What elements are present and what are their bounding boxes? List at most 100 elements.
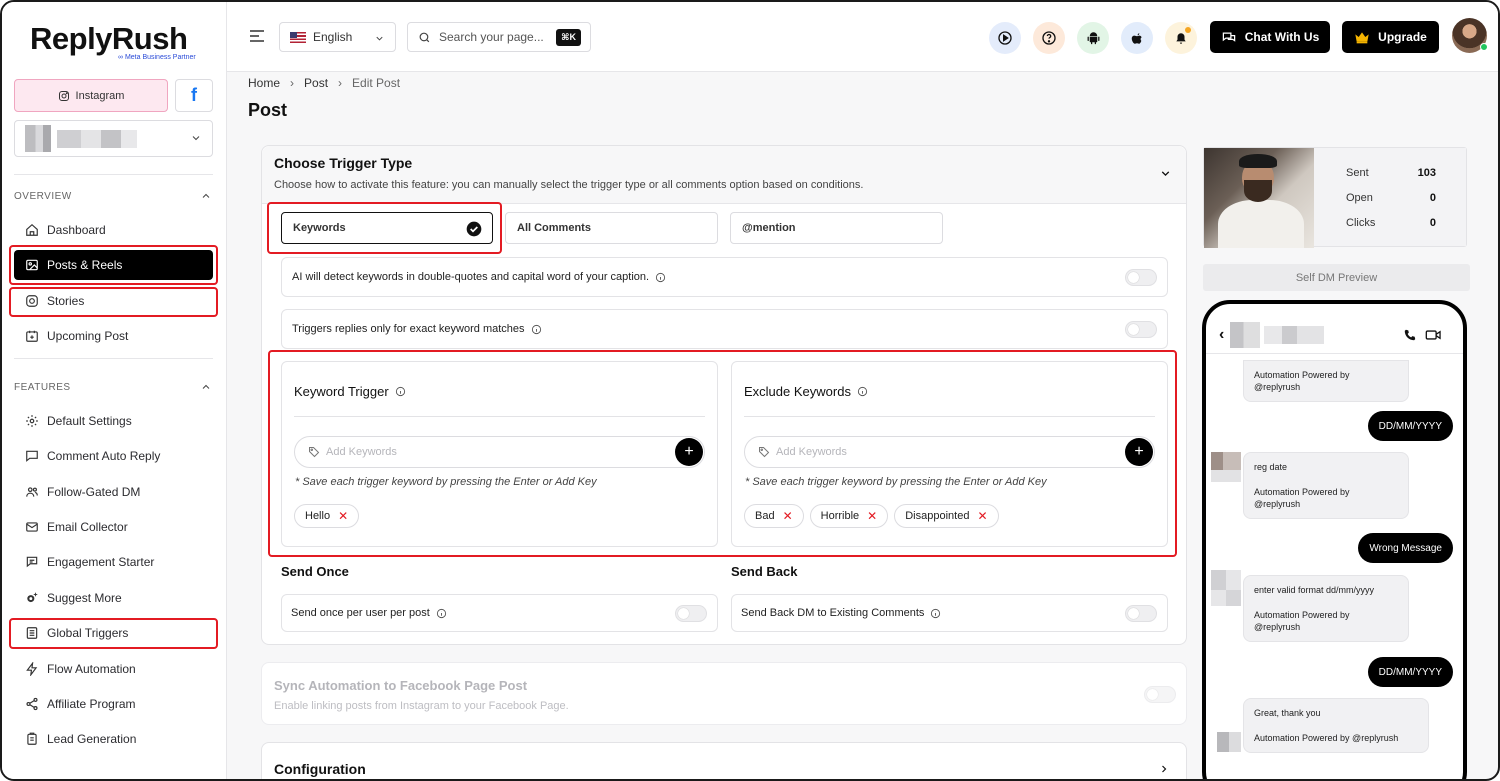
send-once-title: Send Once	[281, 564, 349, 579]
sidebar-item-upcoming-post[interactable]: Upcoming Post	[14, 321, 213, 351]
video-icon[interactable]	[1425, 328, 1442, 342]
upgrade-button[interactable]: Upgrade	[1342, 21, 1439, 53]
breadcrumb-post[interactable]: Post	[304, 76, 328, 90]
info-icon[interactable]	[857, 386, 868, 397]
back-icon[interactable]: ‹	[1219, 326, 1224, 344]
android-app-button[interactable]	[1077, 22, 1109, 54]
phone-icon[interactable]	[1403, 328, 1417, 342]
chat-message-incoming: Automation Powered by @replyrush	[1243, 360, 1409, 402]
facebook-button[interactable]: f	[175, 79, 213, 112]
tag-icon	[309, 447, 320, 458]
trigger-type-card: Choose Trigger Type Choose how to activa…	[261, 145, 1187, 645]
keyword-trigger-title: Keyword Trigger	[294, 384, 406, 399]
exact-match-toggle[interactable]	[1125, 321, 1157, 338]
info-icon[interactable]	[930, 608, 941, 619]
chat-with-us-button[interactable]: Chat With Us	[1210, 21, 1330, 53]
add-exclude-keyword-button[interactable]: +	[1125, 438, 1153, 466]
chevron-right-icon	[1162, 765, 1167, 773]
clipboard-icon	[27, 732, 37, 745]
facebook-icon: f	[191, 85, 197, 105]
sidebar-item-global-triggers[interactable]: Global Triggers	[14, 618, 213, 648]
send-once-row: Send once per user per post	[281, 594, 718, 632]
info-icon[interactable]	[655, 272, 666, 283]
remove-icon[interactable]: ✕	[977, 509, 987, 523]
remove-icon[interactable]: ✕	[783, 509, 793, 523]
search-input[interactable]: Search your page... ⌘K	[407, 22, 591, 52]
account-avatar-blurred	[25, 125, 51, 152]
add-keyword-button[interactable]: +	[675, 438, 703, 466]
list-icon	[26, 627, 38, 639]
sidebar-item-follow-gated-dm[interactable]: Follow-Gated DM	[14, 477, 213, 507]
sidebar-item-default-settings[interactable]: Default Settings	[14, 406, 213, 436]
send-back-row: Send Back DM to Existing Comments	[731, 594, 1168, 632]
features-section-title: FEATURES	[14, 382, 71, 393]
trigger-option-all-comments[interactable]: All Comments	[505, 212, 718, 244]
chevron-up-icon[interactable]	[200, 190, 212, 202]
tutorial-button[interactable]	[989, 22, 1021, 54]
chat-name-blurred	[1264, 326, 1324, 344]
divider	[294, 416, 705, 417]
chat-icon	[26, 556, 38, 568]
ai-detect-toggle[interactable]	[1125, 269, 1157, 286]
user-avatar[interactable]	[1452, 18, 1488, 53]
self-dm-preview-button[interactable]: Self DM Preview	[1203, 264, 1470, 291]
sidebar-item-flow-automation[interactable]: Flow Automation	[14, 654, 213, 684]
sidebar: ReplyRush ∞ Meta Business Partner Instag…	[2, 2, 227, 779]
notifications-button[interactable]	[1165, 22, 1197, 54]
sync-toggle[interactable]	[1144, 686, 1176, 703]
info-icon[interactable]	[436, 608, 447, 619]
instagram-icon	[26, 295, 38, 307]
info-icon[interactable]	[395, 386, 406, 397]
question-icon	[1042, 31, 1056, 45]
breadcrumb: Home › Post › Edit Post	[248, 76, 400, 90]
send-once-toggle[interactable]	[675, 605, 707, 622]
meta-partner-badge: ∞ Meta Business Partner	[118, 54, 196, 61]
mail-icon	[26, 522, 38, 532]
send-back-toggle[interactable]	[1125, 605, 1157, 622]
sidebar-item-suggest-more[interactable]: Suggest More	[14, 583, 213, 613]
instagram-label: Instagram	[75, 89, 125, 102]
brand-logo[interactable]: ReplyRush ∞ Meta Business Partner	[30, 22, 196, 62]
menu-icon[interactable]	[249, 29, 265, 43]
sidebar-item-stories[interactable]: Stories	[14, 286, 213, 316]
sidebar-item-comment-auto-reply[interactable]: Comment Auto Reply	[14, 441, 213, 471]
help-button[interactable]	[1033, 22, 1065, 54]
spark-gear-icon	[27, 592, 38, 603]
trigger-option-mention[interactable]: @mention	[730, 212, 943, 244]
apple-app-button[interactable]	[1121, 22, 1153, 54]
divider	[14, 174, 213, 175]
breadcrumb-home[interactable]: Home	[248, 76, 280, 90]
sidebar-item-posts-reels[interactable]: Posts & Reels	[14, 250, 213, 280]
thumb-hat	[1239, 154, 1277, 168]
sidebar-item-lead-generation[interactable]: Lead Generation	[14, 724, 213, 754]
apple-icon	[1131, 32, 1142, 44]
instagram-button[interactable]: Instagram	[14, 79, 168, 112]
remove-icon[interactable]: ✕	[867, 509, 877, 523]
trigger-card-description: Choose how to activate this feature: you…	[274, 179, 864, 191]
sidebar-item-affiliate-program[interactable]: Affiliate Program	[14, 689, 213, 719]
exclude-keywords-title: Exclude Keywords	[744, 384, 868, 399]
keyword-trigger-input[interactable]: Add Keywords +	[294, 436, 705, 468]
chat-message-outgoing: DD/MM/YYYY	[1367, 411, 1453, 441]
exclude-keywords-hint: * Save each trigger keyword by pressing …	[745, 476, 1047, 488]
info-icon[interactable]	[531, 324, 542, 335]
chat-avatar-blurred	[1211, 570, 1241, 606]
sidebar-item-engagement-starter[interactable]: Engagement Starter	[14, 547, 213, 577]
chat-message-outgoing: Wrong Message	[1358, 533, 1453, 563]
account-selector[interactable]	[14, 120, 213, 157]
chevron-up-icon[interactable]	[200, 381, 212, 393]
instagram-icon	[58, 90, 69, 101]
exact-match-row: Triggers replies only for exact keyword …	[281, 309, 1168, 349]
post-thumbnail[interactable]	[1204, 148, 1314, 248]
sidebar-item-dashboard[interactable]: Dashboard	[14, 215, 213, 245]
exclude-keywords-input[interactable]: Add Keywords +	[744, 436, 1155, 468]
language-select[interactable]: English	[279, 22, 396, 52]
configuration-card[interactable]: Configuration	[261, 742, 1187, 779]
trigger-option-keywords[interactable]: Keywords	[281, 212, 493, 244]
sidebar-item-email-collector[interactable]: Email Collector	[14, 512, 213, 542]
chat-avatar-blurred	[1211, 732, 1241, 766]
trigger-card-header[interactable]: Choose Trigger Type Choose how to activa…	[262, 146, 1186, 204]
chevron-down-icon[interactable]	[1159, 167, 1172, 180]
sync-title: Sync Automation to Facebook Page Post	[274, 678, 528, 693]
remove-icon[interactable]: ✕	[338, 509, 348, 523]
